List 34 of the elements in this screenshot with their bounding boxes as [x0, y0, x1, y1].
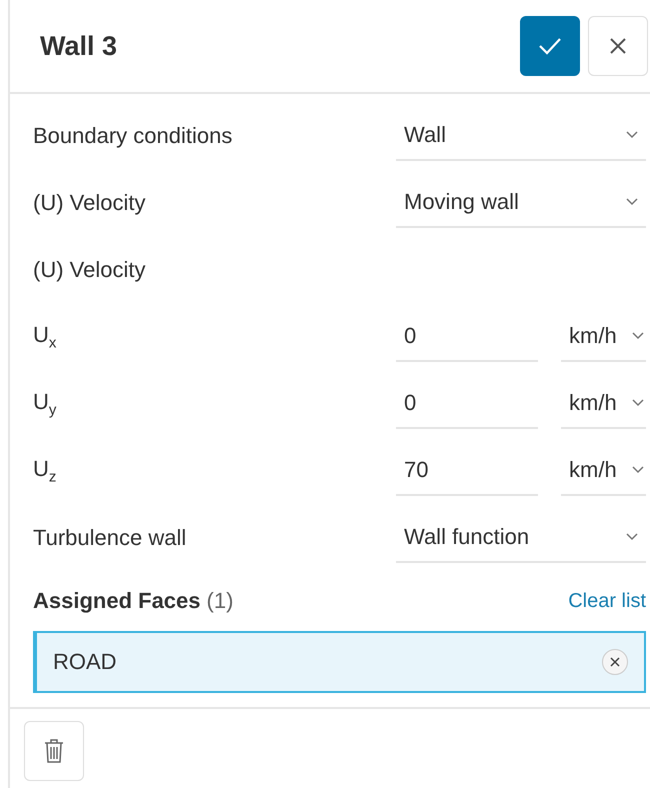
field-label: (U) Velocity	[33, 190, 146, 216]
close-icon	[609, 37, 627, 55]
caret-icon	[632, 398, 644, 406]
assigned-face-chip[interactable]: ROAD	[33, 631, 646, 693]
number-field[interactable]: 0	[396, 312, 538, 362]
caret-icon	[632, 332, 644, 340]
delete-button[interactable]	[24, 721, 84, 781]
caret-icon	[626, 532, 638, 540]
caret-icon	[626, 198, 638, 206]
face-count: (1)	[206, 588, 234, 613]
panel-title: Wall 3	[40, 30, 118, 62]
unit-dropdown[interactable]: km/h	[561, 378, 646, 428]
section-title: Assigned Faces	[33, 588, 201, 613]
field-label: U$_{y}$	[33, 388, 58, 418]
clear-list-link[interactable]: Clear list	[568, 590, 646, 612]
unit-dropdown[interactable]: km/h	[561, 446, 646, 496]
caret-icon	[626, 130, 638, 138]
caret-icon	[632, 466, 644, 474]
field-label: U$_{z}$	[33, 456, 58, 486]
dropdown[interactable]: Moving wall	[396, 178, 646, 228]
remove-icon[interactable]	[602, 649, 628, 675]
dropdown[interactable]: Wall function	[396, 512, 646, 562]
section-label: (U) Velocity	[33, 256, 146, 282]
field-label: Boundary conditions	[33, 122, 234, 148]
number-field[interactable]: 0	[396, 378, 538, 428]
face-name: ROAD	[53, 649, 117, 675]
field-label: Turbulence wall	[33, 524, 188, 550]
field-label: U$_{x}$	[33, 322, 58, 352]
checkmark-icon	[538, 37, 562, 55]
number-field[interactable]: 70	[396, 446, 538, 496]
trash-icon	[43, 738, 65, 764]
confirm-button[interactable]	[520, 16, 580, 76]
unit-dropdown[interactable]: km/h	[561, 312, 646, 362]
dropdown[interactable]: Wall	[396, 110, 646, 160]
